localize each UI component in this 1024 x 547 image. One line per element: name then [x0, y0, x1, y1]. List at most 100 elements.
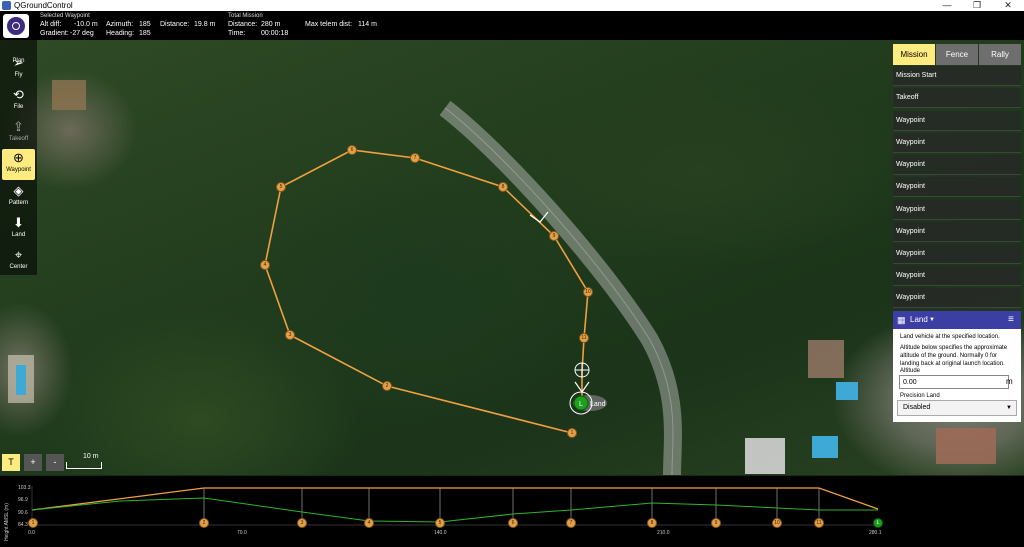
profile-marker[interactable]: 2 [199, 518, 209, 528]
profile-marker[interactable]: 3 [297, 518, 307, 528]
app-icon [2, 1, 11, 10]
x-tick: 70.0 [237, 530, 247, 536]
distance-label: Distance: [160, 21, 190, 28]
y-tick: 103.3 [18, 485, 31, 491]
pool [812, 436, 838, 458]
land-icon: ⬇ [13, 215, 24, 230]
rooftop [936, 428, 996, 464]
waypoint-marker[interactable]: 7 [410, 153, 420, 163]
mission-item-start[interactable]: Mission Start [893, 66, 1021, 86]
waypoint-marker[interactable]: 3 [285, 330, 295, 340]
profile-marker[interactable]: 8 [647, 518, 657, 528]
chevron-down-icon[interactable]: ▼ [929, 311, 935, 329]
waypoint-marker[interactable]: 2 [382, 381, 392, 391]
mission-item-waypoint[interactable]: Waypoint [893, 222, 1021, 242]
altitude-input[interactable]: 0.00 [899, 375, 1009, 389]
road-path [439, 100, 682, 475]
land-marker-letter: L [579, 401, 583, 408]
tab-rally[interactable]: Rally [979, 44, 1021, 65]
takeoff-tool-label: Takeoff [8, 136, 29, 142]
y-tick: 90.6 [18, 510, 28, 516]
max-telem-value: 114 m [358, 21, 377, 28]
file-tool[interactable]: ⟲ File [2, 86, 35, 117]
alt-diff-value: -10.0 m [74, 21, 98, 28]
profile-marker[interactable]: 5 [435, 518, 445, 528]
map-scale-bar [66, 462, 102, 469]
map-overlay: L Land [8, 80, 996, 475]
waypoint-tool-label: Waypoint [6, 167, 31, 173]
profile-marker[interactable]: 7 [566, 518, 576, 528]
land-tool-label: Land [11, 232, 26, 238]
time-value: 00:00:18 [261, 30, 289, 37]
tab-fence[interactable]: Fence [936, 44, 978, 65]
waypoint-marker[interactable]: 9 [549, 231, 559, 241]
land-tool[interactable]: ⬇ Land [2, 214, 35, 245]
center-tool[interactable]: ⌖ Center [2, 246, 35, 277]
hamburger-menu-icon[interactable]: ≡ [1008, 311, 1014, 329]
waypoint-marker[interactable]: 1 [567, 428, 577, 438]
time-label: Time: [228, 30, 246, 37]
waypoint-marker[interactable]: 5 [276, 182, 286, 192]
fly-tool[interactable]: ➢ Fly [2, 54, 35, 85]
window-titlebar: QGroundControl — ❐ ✕ [0, 0, 1024, 11]
waypoint-marker[interactable]: 8 [498, 182, 508, 192]
road-path-edge [444, 107, 674, 475]
precision-land-select[interactable]: Disabled ▼ [897, 400, 1017, 416]
rooftop [808, 340, 844, 378]
crosshair-icon: ⌖ [14, 247, 23, 262]
mission-item-waypoint[interactable]: Waypoint [893, 200, 1021, 220]
land-item-title: Land [910, 315, 928, 324]
zoom-out-button[interactable]: - [46, 454, 64, 471]
altitude-label: Altitude [900, 368, 921, 374]
profile-marker[interactable]: 10 [772, 518, 782, 528]
satellite-map[interactable]: L Land 1 2 3 4 5 6 7 8 9 10 11 [0, 40, 1024, 475]
profile-land-marker[interactable]: L [873, 518, 883, 528]
land-item-editor: ▦ Land ▼ ≡ Land vehicle at the specified… [893, 311, 1021, 422]
profile-marker[interactable]: 1 [28, 518, 38, 528]
waypoint-marker[interactable]: 11 [579, 333, 589, 343]
zoom-in-button[interactable]: + [24, 454, 42, 471]
waypoint-marker[interactable]: 4 [260, 260, 270, 270]
total-distance-label: Distance: [228, 21, 258, 28]
terrain-toggle-button[interactable]: T [2, 454, 20, 471]
waypoint-tool[interactable]: ⊕ Waypoint [2, 149, 35, 180]
y-tick: 84.3 [18, 522, 28, 528]
mission-item-waypoint[interactable]: Waypoint [893, 111, 1021, 131]
azimuth-label: Azimuth: [106, 21, 134, 28]
mission-item-waypoint[interactable]: Waypoint [893, 244, 1021, 264]
window-title: QGroundControl [14, 1, 73, 10]
gradient-label: Gradient: [40, 30, 69, 37]
close-button[interactable]: ✕ [993, 0, 1023, 11]
map-scale-label: 10 m [83, 453, 99, 460]
mission-item-waypoint[interactable]: Waypoint [893, 155, 1021, 175]
qgc-logo-button[interactable] [3, 14, 29, 38]
minimize-button[interactable]: — [932, 0, 962, 11]
mission-item-takeoff[interactable]: Takeoff [893, 88, 1021, 108]
x-tick: 280.1 [869, 530, 882, 536]
mission-item-waypoint[interactable]: Waypoint [893, 133, 1021, 153]
height-profile-chart: Height AMSL (m) 103.3 96.9 90.6 84.3 0.0… [4, 485, 882, 541]
land-item-header[interactable]: ▦ Land ▼ ≡ [893, 311, 1021, 329]
mission-item-waypoint[interactable]: Waypoint [893, 288, 1021, 308]
takeoff-icon: ⇪ [13, 119, 24, 134]
waypoint-marker[interactable]: 10 [583, 287, 593, 297]
pattern-tool-label: Pattern [8, 200, 29, 206]
file-sync-icon: ⟲ [13, 87, 24, 102]
profile-marker[interactable]: 4 [364, 518, 374, 528]
mission-status-bar [0, 11, 1024, 40]
dropdown-arrow-icon: ▼ [1006, 405, 1012, 411]
plus-circle-icon: ⊕ [13, 150, 24, 165]
mission-item-waypoint[interactable]: Waypoint [893, 266, 1021, 286]
profile-marker[interactable]: 9 [711, 518, 721, 528]
tab-mission[interactable]: Mission [893, 44, 935, 65]
x-tick: 0.0 [28, 530, 35, 536]
pattern-tool[interactable]: ◈ Pattern [2, 182, 35, 213]
profile-marker[interactable]: 11 [814, 518, 824, 528]
maximize-button[interactable]: ❐ [962, 0, 992, 11]
takeoff-tool[interactable]: ⇪ Takeoff [2, 118, 35, 149]
mission-item-waypoint[interactable]: Waypoint [893, 177, 1021, 197]
waypoint-marker[interactable]: 6 [347, 145, 357, 155]
plan-tabs: Mission Fence Rally [893, 44, 1021, 65]
profile-marker[interactable]: 6 [508, 518, 518, 528]
file-tool-label: File [13, 104, 24, 110]
